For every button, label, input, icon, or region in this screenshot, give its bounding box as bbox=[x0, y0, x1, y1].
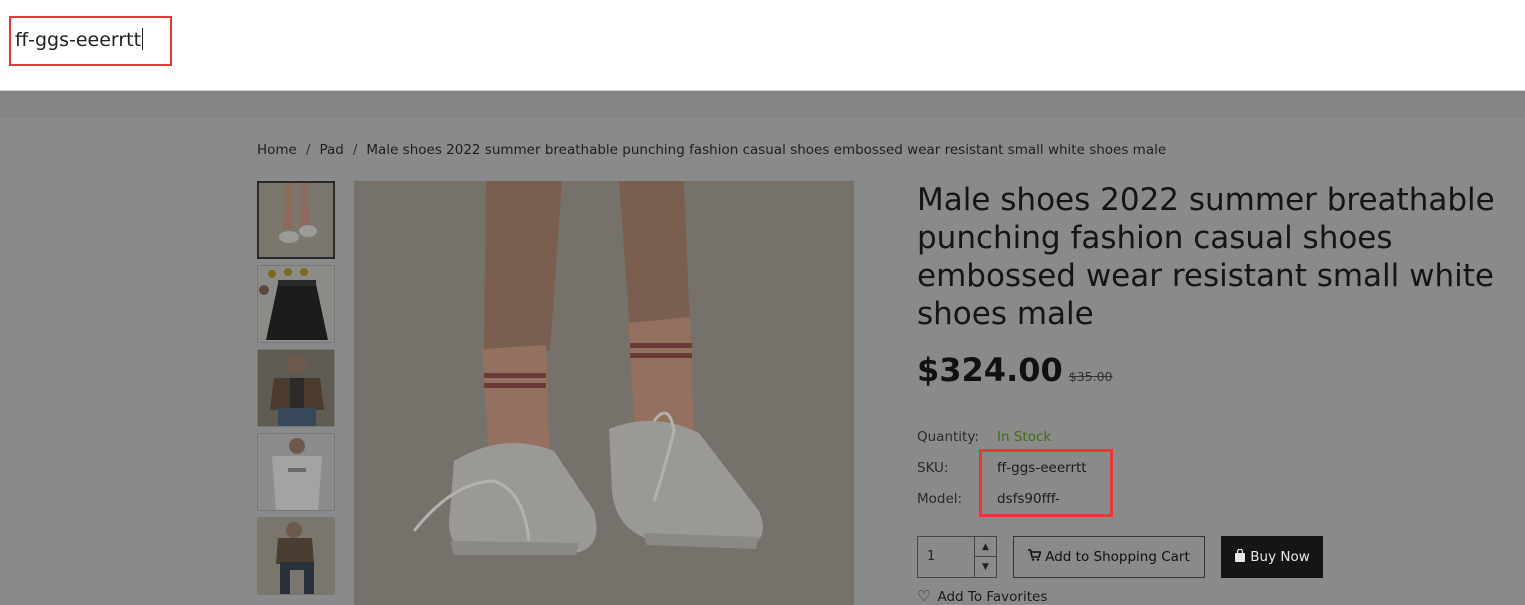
product-price: $324.00 bbox=[917, 351, 1063, 389]
thumbnail-4[interactable] bbox=[257, 433, 335, 511]
top-bar: ff-ggs-eeerrtt bbox=[0, 0, 1525, 91]
breadcrumb-separator: / bbox=[352, 142, 358, 158]
breadcrumb-separator: / bbox=[305, 142, 311, 158]
add-to-favorites-link[interactable]: ♡ Add To Favorites bbox=[917, 587, 1047, 605]
sku-search-value: ff-ggs-eeerrtt bbox=[15, 29, 142, 51]
product-page-overlay: Home / Pad / Male shoes 2022 summer breathab… bbox=[0, 91, 1525, 605]
add-to-cart-label: Add to Shopping Cart bbox=[1045, 549, 1190, 565]
sku-model-highlight bbox=[979, 449, 1113, 517]
breadcrumb-current: Male shoes 2022 summer breathable punchi… bbox=[366, 142, 1167, 158]
header-strip bbox=[0, 91, 1525, 118]
stock-status: In Stock bbox=[997, 429, 1052, 445]
thumbnail-2[interactable] bbox=[257, 265, 335, 343]
sku-search-input[interactable]: ff-ggs-eeerrtt bbox=[9, 16, 172, 66]
breadcrumb-home[interactable]: Home bbox=[257, 142, 297, 158]
breadcrumb-pad[interactable]: Pad bbox=[319, 142, 343, 158]
heart-icon: ♡ bbox=[917, 587, 931, 605]
breadcrumb: Home / Pad / Male shoes 2022 summer breathab… bbox=[257, 142, 1166, 158]
cart-icon bbox=[1028, 549, 1042, 565]
add-to-favorites-label: Add To Favorites bbox=[937, 589, 1048, 605]
quantity-stepper[interactable]: 1 ▲ ▼ bbox=[917, 536, 997, 578]
buy-now-button[interactable]: Buy Now bbox=[1221, 536, 1323, 578]
product-old-price: $35.00 bbox=[1068, 369, 1113, 384]
thumbnail-list bbox=[257, 181, 335, 601]
thumbnail-3[interactable] bbox=[257, 349, 335, 427]
thumbnail-1[interactable] bbox=[257, 181, 335, 259]
product-main-image[interactable] bbox=[354, 181, 854, 605]
chevron-up-icon[interactable]: ▲ bbox=[974, 537, 996, 557]
product-info: Male shoes 2022 summer breathable punchi… bbox=[917, 181, 1525, 507]
thumbnail-5[interactable] bbox=[257, 517, 335, 595]
add-to-cart-button[interactable]: Add to Shopping Cart bbox=[1013, 536, 1205, 578]
quantity-label: Quantity: bbox=[917, 429, 979, 445]
buy-now-label: Buy Now bbox=[1250, 549, 1310, 565]
quantity-value[interactable]: 1 bbox=[927, 549, 935, 564]
bag-icon bbox=[1234, 548, 1246, 566]
text-caret bbox=[142, 28, 144, 50]
product-title: Male shoes 2022 summer breathable punchi… bbox=[917, 182, 1495, 332]
price-row: $324.00 $35.00 bbox=[917, 351, 1525, 389]
chevron-down-icon[interactable]: ▼ bbox=[974, 557, 996, 577]
